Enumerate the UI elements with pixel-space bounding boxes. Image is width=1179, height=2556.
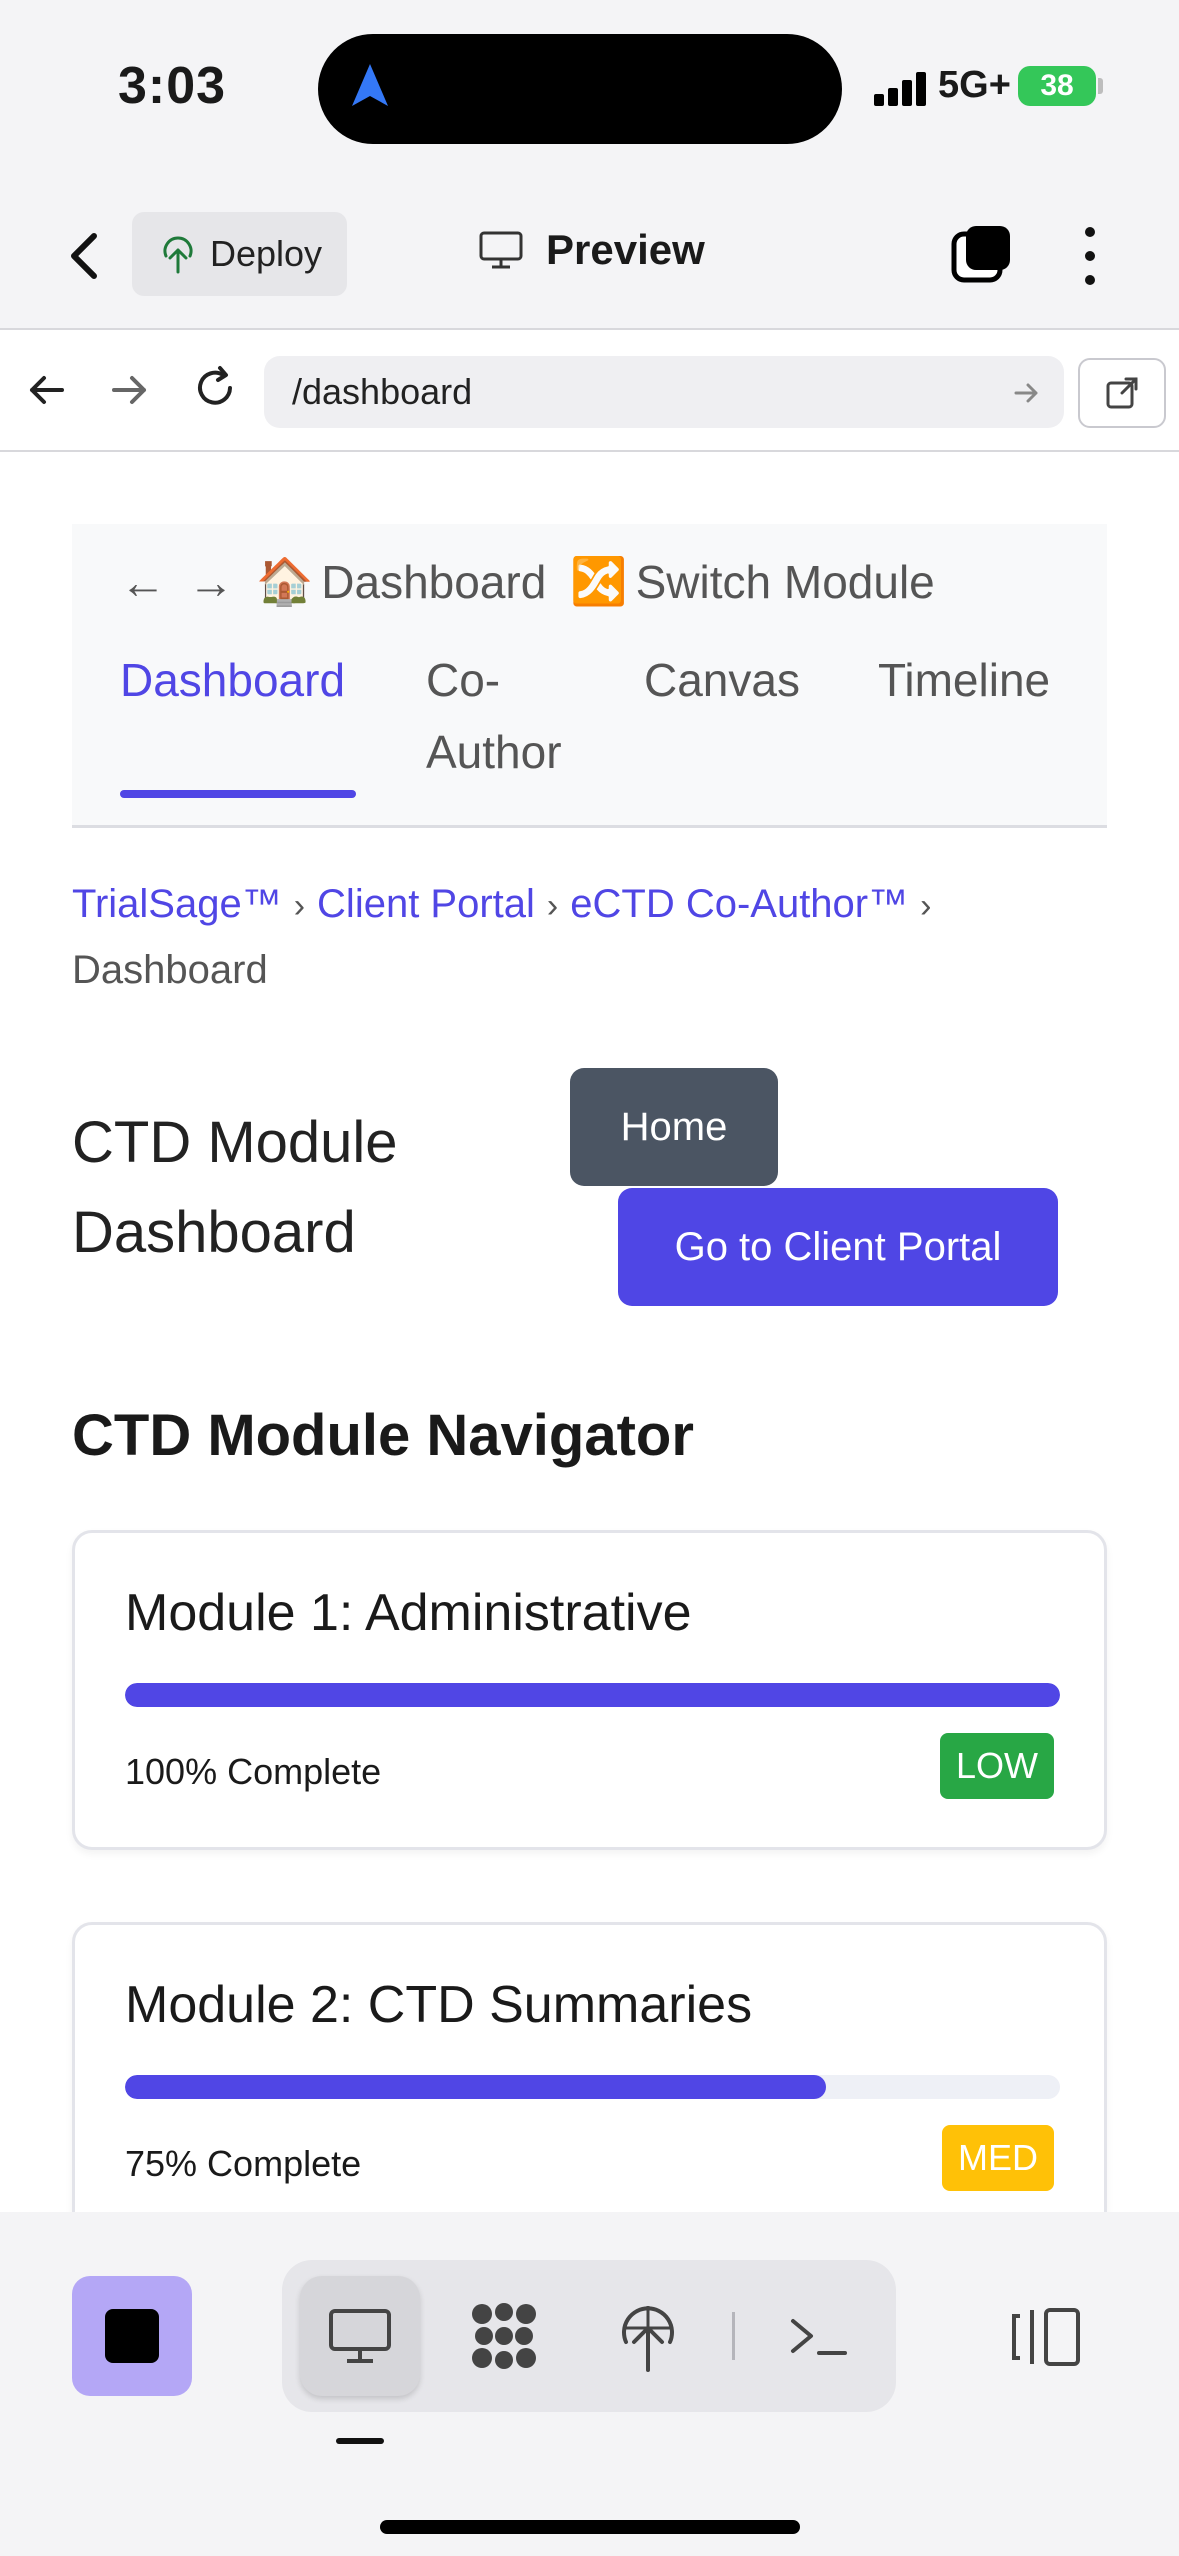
deploy-view-button[interactable] bbox=[588, 2276, 708, 2396]
open-external-button[interactable] bbox=[1078, 358, 1166, 428]
risk-badge: LOW bbox=[939, 1733, 1054, 1799]
apps-icon bbox=[472, 2303, 536, 2369]
breadcrumb-ectd-coauthor[interactable]: eCTD Co-Author™ bbox=[570, 882, 908, 926]
progress-bar bbox=[125, 1683, 1060, 1707]
module-name: Module 1: Administrative bbox=[125, 1584, 692, 1642]
tab-co-author[interactable]: Co- Author bbox=[426, 644, 562, 788]
navigator-title: CTD Module Navigator bbox=[72, 1403, 694, 1468]
tab-canvas[interactable]: Canvas bbox=[644, 644, 800, 716]
go-arrow-icon[interactable] bbox=[1012, 378, 1042, 408]
risk-badge: MED bbox=[942, 2125, 1054, 2191]
house-icon: 🏠 bbox=[256, 555, 314, 607]
progress-fill bbox=[125, 1683, 1060, 1707]
reload-icon[interactable] bbox=[190, 364, 240, 414]
deploy-icon bbox=[622, 2306, 674, 2372]
forward-arrow-icon[interactable]: → bbox=[188, 555, 234, 609]
breadcrumb: TrialSage™ › Client Portal › eCTD Co-Author™… bbox=[72, 872, 1112, 1002]
home-button[interactable]: Home bbox=[570, 1068, 778, 1186]
desktop-icon bbox=[329, 2309, 391, 2363]
breadcrumb-separator: › bbox=[920, 887, 932, 925]
desktop-view-button[interactable] bbox=[300, 2276, 420, 2396]
battery-icon: 38 bbox=[1018, 66, 1096, 106]
page-title: CTD Module Dashboard bbox=[72, 1110, 398, 1265]
terminal-view-button[interactable] bbox=[758, 2276, 878, 2396]
tab-co-author-line1: Co- bbox=[426, 654, 501, 706]
url-bar: /dashboard bbox=[0, 332, 1179, 452]
breadcrumb-separator: › bbox=[546, 887, 559, 925]
segment-divider bbox=[732, 2312, 735, 2360]
apps-view-button[interactable] bbox=[444, 2276, 564, 2396]
breadcrumb-client-portal[interactable]: Client Portal bbox=[317, 882, 535, 926]
tabs-icon[interactable] bbox=[950, 222, 1014, 286]
url-input[interactable]: /dashboard bbox=[264, 356, 1064, 428]
view-switcher bbox=[282, 2260, 896, 2412]
client-portal-button[interactable]: Go to Client Portal bbox=[618, 1188, 1058, 1306]
dashboard-link[interactable]: Dashboard bbox=[321, 555, 546, 609]
stop-icon bbox=[105, 2309, 159, 2363]
tab-timeline[interactable]: Timeline bbox=[878, 644, 1050, 716]
progress-fill bbox=[125, 2075, 827, 2099]
nav-top-row: ← → 🏠 Dashboard 🔀 Switch Module bbox=[120, 554, 935, 609]
status-time: 3:03 bbox=[118, 57, 227, 115]
module-card[interactable]: Module 1: Administrative 100% Complete L… bbox=[72, 1530, 1107, 1850]
preview-label: Preview bbox=[546, 226, 705, 273]
terminal-icon bbox=[791, 2319, 847, 2355]
battery-tip bbox=[1098, 78, 1103, 94]
external-link-icon bbox=[1106, 377, 1138, 409]
breadcrumb-trialsage[interactable]: TrialSage™ bbox=[72, 882, 282, 926]
back-arrow-icon[interactable]: ← bbox=[120, 555, 166, 609]
chevron-left-icon[interactable] bbox=[60, 226, 110, 286]
network-type: 5G+ bbox=[938, 64, 1011, 106]
stop-button[interactable] bbox=[72, 2276, 192, 2396]
shuffle-icon: 🔀 bbox=[570, 555, 628, 607]
signal-icon bbox=[874, 70, 934, 106]
active-view-indicator bbox=[336, 2438, 384, 2444]
bottom-toolbar bbox=[0, 2212, 1179, 2556]
deploy-label: Deploy bbox=[210, 233, 323, 274]
arrow-left-icon[interactable] bbox=[24, 368, 68, 412]
module-status: 100% Complete bbox=[125, 1751, 382, 1792]
status-bar: 3:03 5G+ 38 bbox=[0, 0, 1179, 180]
arrow-right-icon[interactable] bbox=[108, 368, 152, 412]
module-name: Module 2: CTD Summaries bbox=[125, 1976, 753, 2034]
breadcrumb-current: Dashboard bbox=[72, 948, 268, 992]
breadcrumb-separator: › bbox=[293, 887, 306, 925]
location-arrow-icon bbox=[352, 64, 388, 106]
active-tab-indicator bbox=[120, 790, 356, 798]
module-nav-bar: ← → 🏠 Dashboard 🔀 Switch Module Dashboar… bbox=[72, 524, 1107, 828]
monitor-icon bbox=[479, 231, 523, 269]
progress-bar bbox=[125, 2075, 1060, 2099]
app-header: Deploy Preview bbox=[0, 180, 1179, 330]
url-text: /dashboard bbox=[292, 371, 473, 412]
panel-toggle-icon[interactable] bbox=[1010, 2306, 1082, 2368]
module-card[interactable]: Module 2: CTD Summaries 75% Complete MED bbox=[72, 1922, 1107, 2214]
preview-tab[interactable]: Preview bbox=[478, 226, 705, 274]
module-status: 75% Complete bbox=[125, 2143, 362, 2184]
home-indicator[interactable] bbox=[380, 2520, 800, 2534]
web-content: ← → 🏠 Dashboard 🔀 Switch Module Dashboar… bbox=[0, 454, 1179, 2214]
switch-module-link[interactable]: Switch Module bbox=[636, 555, 935, 609]
tab-dashboard[interactable]: Dashboard bbox=[120, 644, 345, 716]
deploy-icon bbox=[163, 236, 193, 274]
dynamic-island bbox=[318, 34, 842, 144]
tab-co-author-line2: Author bbox=[426, 726, 562, 778]
more-options-icon[interactable] bbox=[1070, 224, 1110, 288]
deploy-button[interactable]: Deploy bbox=[132, 212, 347, 296]
